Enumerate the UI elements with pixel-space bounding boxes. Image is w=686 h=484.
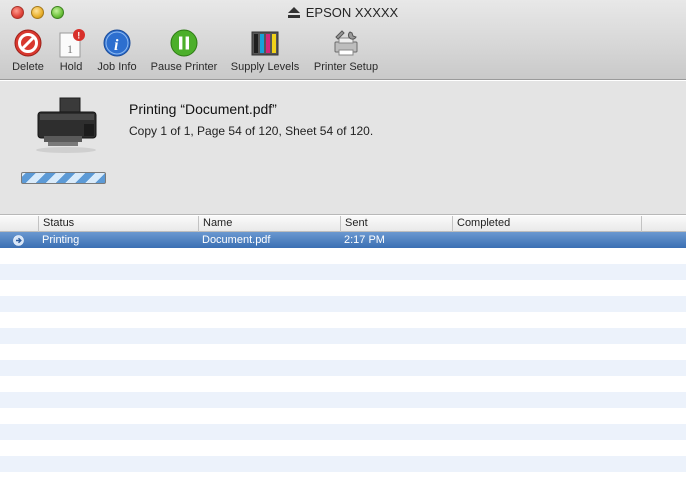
column-spacer xyxy=(641,216,686,232)
job-table-header: Status Name Sent Completed xyxy=(0,216,686,232)
pause-icon xyxy=(170,29,198,57)
hold-label: Hold xyxy=(59,61,83,73)
empty-row xyxy=(0,328,686,344)
empty-row xyxy=(0,408,686,424)
empty-row xyxy=(0,472,686,484)
delete-button[interactable]: Delete xyxy=(6,28,50,76)
eject-icon xyxy=(287,7,300,18)
column-status[interactable]: Status xyxy=(38,216,198,232)
window-title: EPSON XXXXX xyxy=(0,5,686,20)
column-name[interactable]: Name xyxy=(198,216,340,232)
svg-text:i: i xyxy=(114,37,119,54)
empty-row xyxy=(0,248,686,264)
column-sent[interactable]: Sent xyxy=(340,216,452,232)
supply-levels-label: Supply Levels xyxy=(230,61,300,73)
empty-row xyxy=(0,456,686,472)
delete-label: Delete xyxy=(12,61,44,73)
current-job-panel: Printing “Document.pdf” Copy 1 of 1, Pag… xyxy=(0,81,686,215)
empty-row xyxy=(0,264,686,280)
print-queue-window: EPSON XXXXX Delete 1 ! Hold i Job Info P… xyxy=(0,0,686,484)
toolbar: EPSON XXXXX Delete 1 ! Hold i Job Info P… xyxy=(0,0,686,80)
empty-row xyxy=(0,392,686,408)
empty-row xyxy=(0,424,686,440)
job-title: Printing “Document.pdf” xyxy=(129,101,277,117)
delete-icon xyxy=(14,29,42,57)
row-status: Printing xyxy=(42,234,80,246)
empty-row xyxy=(0,280,686,296)
job-info-button[interactable]: i Job Info xyxy=(94,28,140,76)
job-info-label: Job Info xyxy=(97,61,137,73)
ink-levels-icon xyxy=(251,31,279,56)
printer-icon xyxy=(36,97,97,153)
row-sent: 2:17 PM xyxy=(344,234,385,246)
printer-setup-button[interactable]: Printer Setup xyxy=(308,28,384,76)
row-name: Document.pdf xyxy=(202,234,271,246)
hold-icon: 1 ! xyxy=(59,29,85,58)
empty-row xyxy=(0,376,686,392)
svg-text:1: 1 xyxy=(67,42,73,56)
empty-row xyxy=(0,312,686,328)
printer-setup-label: Printer Setup xyxy=(313,61,379,73)
empty-row xyxy=(0,344,686,360)
hold-button[interactable]: 1 ! Hold xyxy=(54,28,88,76)
svg-text:!: ! xyxy=(77,31,80,41)
job-table: Printing Document.pdf 2:17 PM xyxy=(0,232,686,484)
column-completed[interactable]: Completed xyxy=(452,216,641,232)
window-title-text: EPSON XXXXX xyxy=(305,5,399,20)
empty-row xyxy=(0,296,686,312)
job-detail: Copy 1 of 1, Page 54 of 120, Sheet 54 of… xyxy=(129,124,374,138)
empty-row xyxy=(0,360,686,376)
printer-setup-icon xyxy=(334,30,358,56)
pause-printer-label: Pause Printer xyxy=(150,61,218,73)
empty-row xyxy=(0,440,686,456)
print-progress-bar xyxy=(21,172,106,184)
arrow-right-icon xyxy=(13,235,24,246)
supply-levels-button[interactable]: Supply Levels xyxy=(226,28,304,76)
info-icon: i xyxy=(103,29,131,57)
table-row[interactable]: Printing Document.pdf 2:17 PM xyxy=(0,232,686,248)
pause-printer-button[interactable]: Pause Printer xyxy=(146,28,222,76)
